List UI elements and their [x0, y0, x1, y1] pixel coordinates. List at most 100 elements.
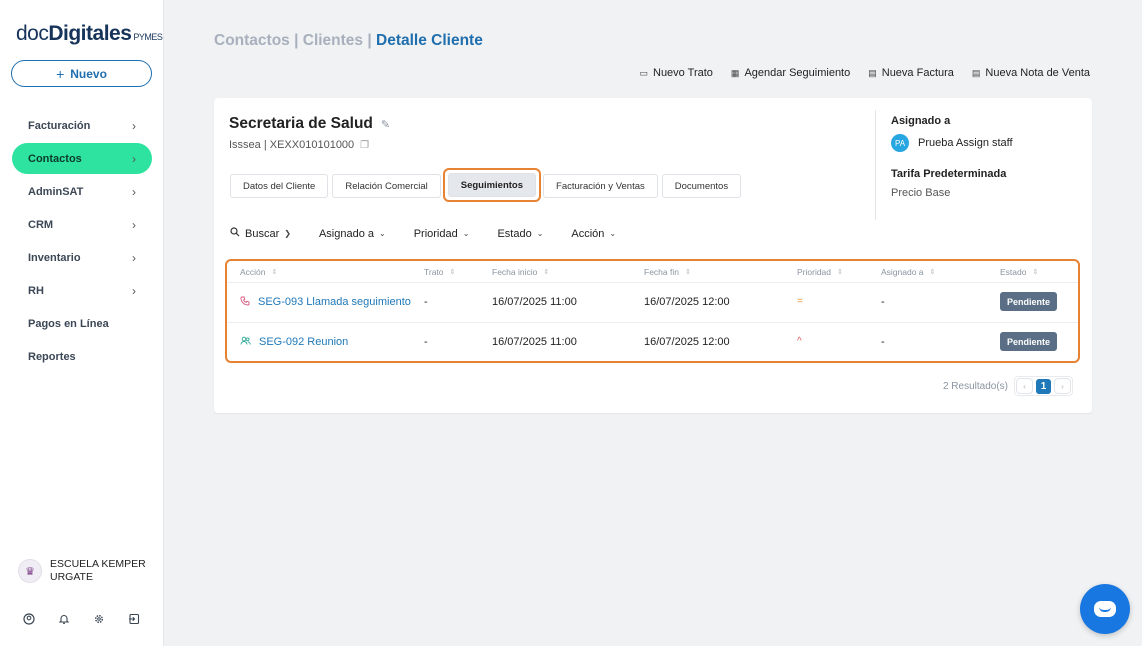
user-profile[interactable]: ♛ ESCUELA KEMPER URGATE [18, 558, 150, 584]
chevron-right-icon[interactable]: › [1054, 378, 1071, 394]
estado-filter[interactable]: Estado ⌄ [497, 227, 543, 240]
copy-icon[interactable]: ❐ [360, 140, 369, 151]
sort-icon: ⇕ [837, 269, 843, 276]
accion-link[interactable]: SEG-092 Reunion [240, 336, 348, 348]
new-button[interactable]: + Nuevo [11, 60, 152, 87]
column-label: Asignado a [881, 267, 924, 277]
column-estado[interactable]: Estado ⇕ [1000, 267, 1038, 277]
column-label: Prioridad [797, 267, 832, 277]
column-label: Estado [1000, 267, 1027, 277]
seguimientos-table: Acción ⇕ Trato ⇕ Fecha inicio ⇕ Fecha fin ⇕ … [225, 259, 1080, 363]
results-count: 2 Resultado(s) [942, 380, 1008, 392]
column-prioridad[interactable]: Prioridad ⇕ [797, 267, 843, 277]
tab-label: Seguimientos [460, 179, 524, 191]
client-subtitle: Isssea | XEXX010101000 ❐ [229, 139, 369, 151]
sidebar-item-facturacion[interactable]: Facturación › [12, 110, 152, 141]
priority-high-icon: ^ [797, 336, 802, 347]
sidebar-item-label: Contactos [28, 152, 82, 165]
invoice-icon: ▤ [868, 67, 877, 78]
briefcase-icon: ▭ [639, 67, 648, 78]
tab-facturacion-ventas[interactable]: Facturación y Ventas [543, 174, 658, 198]
chevron-down-icon: ⌄ [379, 229, 386, 238]
assignee-avatar: PA [891, 134, 909, 152]
tab-label: Documentos [674, 180, 729, 192]
tab-label: Facturación y Ventas [556, 180, 645, 192]
breadcrumb-separator: | [289, 32, 303, 49]
user-name: ESCUELA KEMPER URGATE [50, 558, 146, 583]
chevron-down-icon: ⌄ [536, 229, 544, 238]
sidebar-item-label: CRM [28, 218, 54, 231]
page-number[interactable]: 1 [1036, 378, 1051, 394]
pagination: 2 Resultado(s) ‹ 1 › [943, 376, 1073, 396]
sidebar-item-adminsat[interactable]: AdminSAT › [12, 176, 152, 207]
sort-icon: ⇕ [684, 269, 691, 276]
trato-cell: - [424, 336, 428, 348]
sidebar-item-pagos[interactable]: Pagos en Línea [12, 308, 152, 339]
tab-highlight: Seguimientos [442, 168, 542, 202]
accion-link[interactable]: SEG-093 Llamada seguimiento [240, 296, 411, 308]
bell-icon[interactable] [57, 612, 71, 626]
accion-text: SEG-092 Reunion [259, 336, 349, 348]
column-trato[interactable]: Trato ⇕ [424, 267, 455, 277]
prioridad-label: Prioridad [413, 227, 458, 240]
tab-seguimientos[interactable]: Seguimientos [447, 173, 537, 197]
pencil-icon[interactable]: ✎ [381, 118, 390, 131]
column-asignado[interactable]: Asignado a ⇕ [881, 267, 935, 277]
trato-cell: - [424, 296, 428, 308]
table-header: Acción ⇕ Trato ⇕ Fecha inicio ⇕ Fecha fin ⇕ … [227, 261, 1078, 283]
column-fecha-fin[interactable]: Fecha fin ⇕ [644, 267, 691, 277]
chat-button[interactable] [1080, 584, 1130, 634]
sidebar-nav: Facturación › Contactos › AdminSAT › CRM › I… [12, 110, 152, 374]
filter-bar: Buscar ❯ Asignado a ⌄ Prioridad ⌄ Estado ⌄ A… [230, 227, 616, 240]
logout-icon[interactable] [127, 612, 141, 626]
sidebar-item-contactos[interactable]: Contactos › [12, 143, 152, 174]
nueva-nota-label: Nueva Nota de Venta [985, 67, 1090, 79]
assignee-name: Prueba Assign staff [918, 137, 1013, 149]
header-actions: ▭ Nuevo Trato ▦ Agendar Seguimiento ▤ Nueva… [639, 67, 1090, 79]
fecha-fin-cell: 16/07/2025 12:00 [644, 336, 730, 348]
tab-relacion-comercial[interactable]: Relación Comercial [332, 174, 441, 198]
fecha-inicio-cell: 16/07/2025 11:00 [492, 296, 577, 308]
chevron-right-icon: › [132, 283, 136, 298]
sidebar-item-reportes[interactable]: Reportes [12, 341, 152, 372]
prioridad-filter[interactable]: Prioridad ⌄ [414, 227, 470, 240]
asignado-cell: - [881, 336, 885, 348]
nueva-nota-button[interactable]: ▤ Nueva Nota de Venta [972, 67, 1090, 79]
buscar-filter[interactable]: Buscar ❯ [230, 227, 291, 240]
tarifa-value: Precio Base [891, 187, 951, 199]
chevron-down-icon: ⌄ [609, 229, 617, 238]
chevron-right-icon: › [132, 250, 136, 265]
column-accion[interactable]: Acción ⇕ [240, 267, 277, 277]
accion-text: SEG-093 Llamada seguimiento [258, 296, 411, 308]
brand-logo[interactable]: docDigitales PYMES [16, 22, 163, 46]
sidebar-item-crm[interactable]: CRM › [12, 209, 152, 240]
gear-icon[interactable] [92, 612, 106, 626]
agendar-label: Agendar Seguimiento [744, 67, 851, 79]
fecha-fin-cell: 16/07/2025 12:00 [644, 296, 730, 308]
sidebar-item-inventario[interactable]: Inventario › [12, 242, 152, 273]
tab-documentos[interactable]: Documentos [661, 174, 742, 198]
breadcrumb-contactos[interactable]: Contactos [214, 32, 290, 49]
nuevo-trato-label: Nuevo Trato [653, 67, 713, 79]
nuevo-trato-button[interactable]: ▭ Nuevo Trato [639, 67, 712, 79]
document-icon: ▤ [971, 67, 981, 78]
agendar-seguimiento-button[interactable]: ▦ Agendar Seguimiento [731, 67, 850, 79]
priority-medium-icon: = [797, 296, 803, 307]
breadcrumb-clientes[interactable]: Clientes [303, 32, 363, 49]
brand-suffix: PYMES [133, 32, 163, 42]
asignado-filter[interactable]: Asignado a ⌄ [319, 227, 386, 240]
accion-filter[interactable]: Acción ⌄ [571, 227, 616, 240]
phone-icon [240, 296, 250, 308]
table-row[interactable]: SEG-092 Reunion - 16/07/2025 11:00 16/07… [227, 323, 1078, 363]
buscar-label: Buscar [245, 227, 280, 240]
user-circle-icon[interactable] [22, 612, 36, 626]
tarifa-label: Tarifa Predeterminada [891, 168, 1007, 180]
sidebar-item-rh[interactable]: RH › [12, 275, 152, 306]
chevron-left-icon[interactable]: ‹ [1016, 378, 1033, 394]
nueva-factura-button[interactable]: ▤ Nueva Factura [868, 67, 954, 79]
tab-datos-cliente[interactable]: Datos del Cliente [230, 174, 329, 198]
column-fecha-inicio[interactable]: Fecha inicio ⇕ [492, 267, 549, 277]
sidebar-bottom-icons [22, 612, 141, 626]
new-button-label: Nuevo [70, 66, 107, 81]
table-row[interactable]: SEG-093 Llamada seguimiento - 16/07/2025… [227, 283, 1078, 323]
